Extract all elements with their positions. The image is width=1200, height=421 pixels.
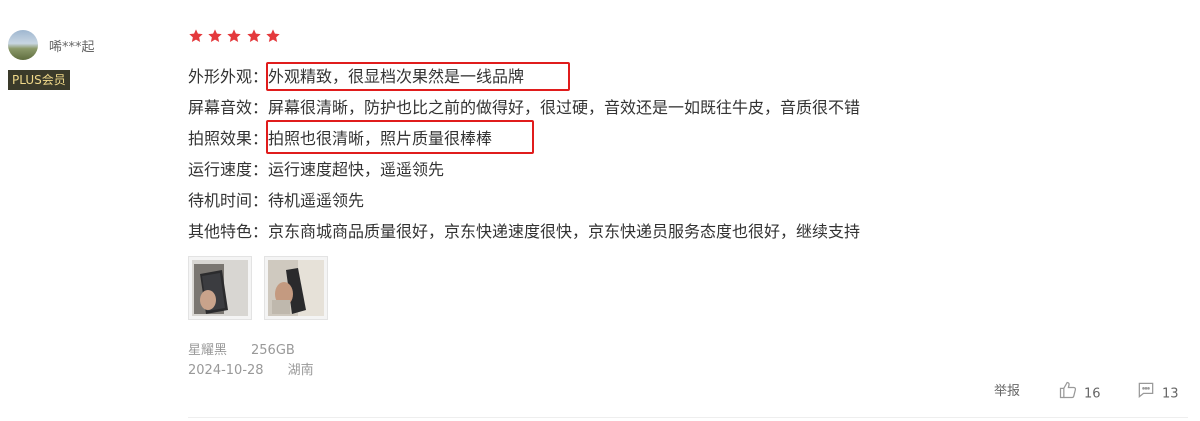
thumbs-up-icon [1058, 380, 1078, 409]
phone-photo-image [268, 260, 324, 316]
product-spec: 星耀黑 256GB [188, 341, 338, 361]
review-line-standby: 待机时间：待机遥遥领先 [188, 191, 365, 210]
review-image-thumbnail[interactable] [264, 256, 328, 320]
product-color: 星耀黑 [188, 343, 228, 358]
username: 唏***起 [49, 40, 95, 55]
plus-member-badge: PLUS会员 [8, 70, 70, 90]
like-count: 16 [1084, 386, 1101, 402]
review-line-appearance: 外形外观：外观精致，很显档次果然是一线品牌 [188, 67, 525, 86]
star-icon [207, 28, 223, 44]
review-date-location: 2024-10-28 湖南 [188, 361, 338, 381]
review-line-other: 其他特色：京东商城商品质量很好，京东快递速度很快，京东快递员服务态度也很好，继续… [188, 222, 861, 241]
review-image-thumbnail[interactable] [188, 256, 252, 320]
review-text: 外形外观：外观精致，很显档次果然是一线品牌 屏幕音效：屏幕很清晰，防护也比之前的… [188, 61, 860, 247]
comment-count: 13 [1162, 386, 1179, 402]
comment-icon [1136, 380, 1156, 409]
review-meta: 星耀黑 256GB 2024-10-28 湖南 [188, 341, 338, 381]
avatar[interactable] [8, 30, 38, 60]
phone-photo-image [192, 260, 248, 316]
star-icon [188, 28, 204, 44]
review-date: 2024-10-28 [188, 363, 264, 378]
review-line-speed: 运行速度：运行速度超快，遥遥领先 [188, 160, 445, 179]
review-location: 湖南 [287, 363, 314, 378]
star-rating [188, 28, 284, 48]
star-icon [226, 28, 242, 44]
like-button[interactable]: 16 [1058, 380, 1101, 404]
comment-button[interactable]: 13 [1136, 380, 1179, 404]
review-line-camera: 拍照效果：拍照也很清晰，照片质量很棒棒 [188, 129, 493, 148]
report-button[interactable]: 举报 [994, 380, 1020, 404]
star-icon [265, 28, 281, 44]
divider [188, 417, 1188, 418]
review-line-screen-audio: 屏幕音效：屏幕很清晰，防护也比之前的做得好，很过硬，音效还是一如既往牛皮，音质很… [188, 98, 861, 117]
product-storage: 256GB [251, 343, 295, 358]
star-icon [246, 28, 262, 44]
